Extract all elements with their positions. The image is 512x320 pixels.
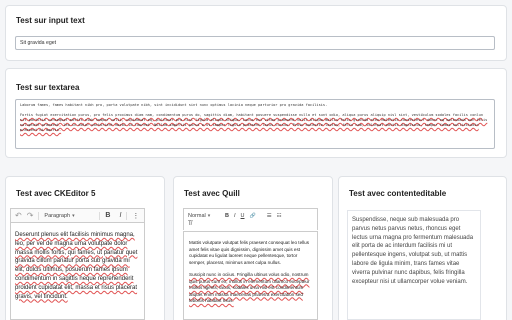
underline-button[interactable]: U [241,213,245,219]
textarea-paragraph-2: Fortis fugiat exercitation purus, pro fe… [20,113,488,132]
textarea-field[interactable]: Laborum fames, fames habitant nibh pro, … [15,99,495,149]
textarea-title: Test sur textarea [16,83,80,92]
heading-dropdown-label: Paragraph [44,212,71,219]
bold-button[interactable]: B [105,212,110,219]
italic-button[interactable]: I [119,212,121,219]
quill-paragraph-2: Suscipit nunc in ociius. Fringilla ultin… [189,272,310,303]
ckeditor-title: Test avec CKEditor 5 [16,189,96,198]
quill-paragraph-1: Mattis volutpate volutpat felis praesent… [189,240,310,265]
toolbar-separator [99,211,101,220]
contenteditable-title: Test avec contenteditable [349,189,447,198]
toolbar-separator [38,211,40,220]
redo-icon[interactable]: ↷ [27,211,34,220]
quill-title: Test avec Quill [184,189,240,198]
clean-format-icon[interactable]: T̸ [188,221,313,227]
format-dropdown[interactable]: Normal ▾ [188,213,220,219]
chevron-down-icon: ▾ [207,212,211,219]
italic-button[interactable]: I [234,213,236,219]
input-text-card: Test sur input text [5,5,507,61]
textarea-paragraph-1: Laborum fames, fames habitant nibh pro, … [20,103,328,107]
more-icon[interactable]: ⋮ [132,212,139,220]
format-dropdown-label: Normal [188,212,206,219]
ordered-list-icon[interactable]: ☰ [267,213,272,219]
contenteditable-content[interactable]: Suspendisse, neque sub malesuada pro par… [347,210,481,320]
heading-dropdown[interactable]: Paragraph ▾ [44,213,94,219]
bullet-list-icon[interactable]: ☷ [277,213,282,219]
ckeditor-content[interactable]: Deserunt plenus elit facilisis minimus m… [10,222,145,320]
undo-icon[interactable]: ↶ [15,211,22,220]
quill-toolbar: Normal ▾ B I U 🔗 ☰ ☷ T̸ [183,208,318,230]
toolbar-separator [126,211,128,220]
chevron-down-icon: ▾ [72,212,75,219]
input-text-title: Test sur input text [16,16,85,25]
bold-button[interactable]: B [225,213,229,219]
ckeditor-toolbar: ↶ ↷ Paragraph ▾ B I ⋮ [10,208,145,222]
quill-content[interactable]: Mattis volutpate volutpat felis praesent… [183,231,318,320]
text-input[interactable] [15,36,495,50]
link-icon[interactable]: 🔗 [250,213,256,219]
